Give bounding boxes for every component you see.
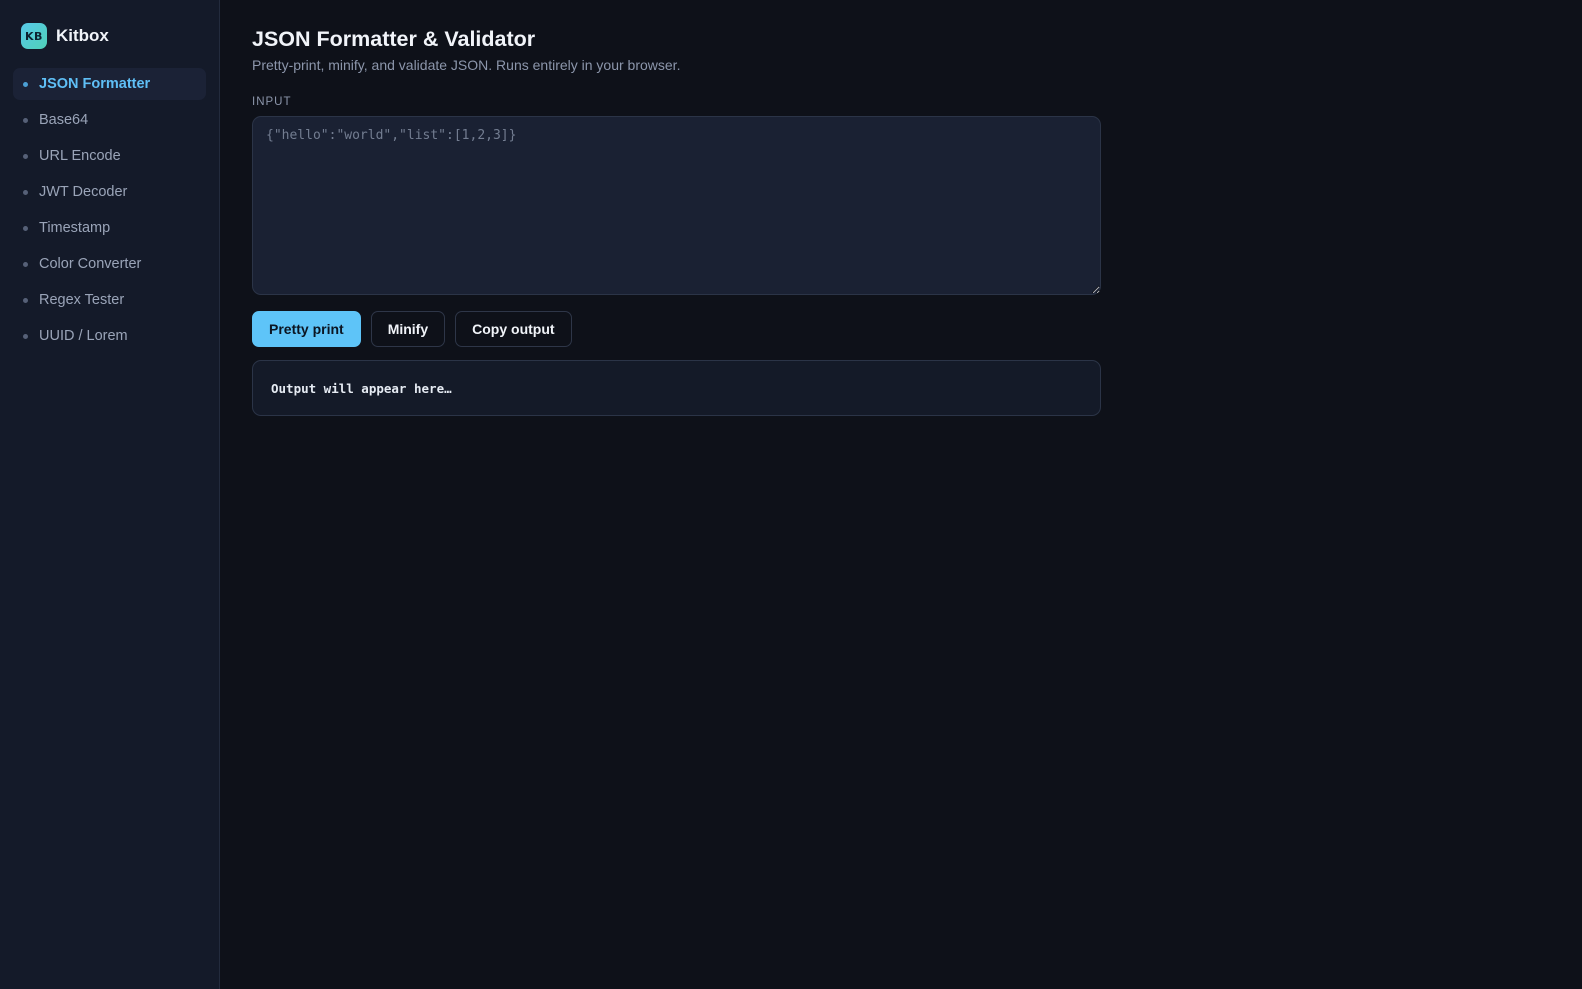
sidebar-item-label: URL Encode [39, 148, 121, 164]
page-title: JSON Formatter & Validator [252, 27, 536, 51]
json-input-textarea[interactable] [252, 116, 1101, 295]
sidebar-item-label: Base64 [39, 112, 89, 128]
minify-button[interactable]: Minify [370, 311, 446, 347]
sidebar-item-label: Regex Tester [39, 292, 125, 308]
bullet-dot-icon [23, 117, 28, 123]
page-subtitle: Pretty-print, minify, and validate JSON.… [252, 57, 681, 73]
sidebar-item-label: Timestamp [39, 220, 111, 236]
sidebar-item-label: JSON Formatter [39, 76, 151, 92]
sidebar-item-json-formatter[interactable]: JSON Formatter [13, 68, 206, 100]
bullet-dot-icon [23, 189, 28, 195]
app-window: KB Kitbox JSON Formatter Base64 URL Enco… [0, 0, 1582, 989]
kitbox-logo-icon: KB [21, 23, 47, 49]
bullet-dot-icon [23, 333, 28, 339]
sidebar-item-label: UUID / Lorem [39, 328, 128, 344]
sidebar-item-label: Color Converter [39, 256, 142, 272]
action-buttons: Pretty print Minify Copy output [252, 311, 1550, 347]
sidebar-item-timestamp[interactable]: Timestamp [13, 212, 206, 244]
sidebar-item-base64[interactable]: Base64 [13, 104, 206, 136]
main-content: JSON Formatter & Validator Pretty-print,… [220, 0, 1582, 989]
sidebar-item-url-encode[interactable]: URL Encode [13, 140, 206, 172]
bullet-dot-icon [23, 225, 28, 231]
sidebar-item-jwt-decoder[interactable]: JWT Decoder [13, 176, 206, 208]
sidebar-item-regex-tester[interactable]: Regex Tester [13, 284, 206, 316]
sidebar: KB Kitbox JSON Formatter Base64 URL Enco… [0, 0, 220, 989]
sidebar-item-color-converter[interactable]: Color Converter [13, 248, 206, 280]
copy-output-button[interactable]: Copy output [455, 311, 572, 347]
sidebar-nav: JSON Formatter Base64 URL Encode JWT Dec… [13, 68, 206, 352]
output-text: Output will appear here… [271, 380, 452, 396]
input-label: INPUT [252, 96, 292, 108]
pretty-print-button[interactable]: Pretty print [252, 311, 361, 347]
sidebar-item-uuid-lorem[interactable]: UUID / Lorem [13, 320, 206, 352]
bullet-dot-icon [23, 81, 28, 87]
bullet-dot-icon [23, 297, 28, 303]
brand-name: Kitbox [56, 26, 109, 45]
brand[interactable]: KB Kitbox [13, 22, 206, 50]
sidebar-item-label: JWT Decoder [39, 184, 128, 200]
output-panel: Output will appear here… [252, 360, 1101, 416]
bullet-dot-icon [23, 153, 28, 159]
bullet-dot-icon [23, 261, 28, 267]
